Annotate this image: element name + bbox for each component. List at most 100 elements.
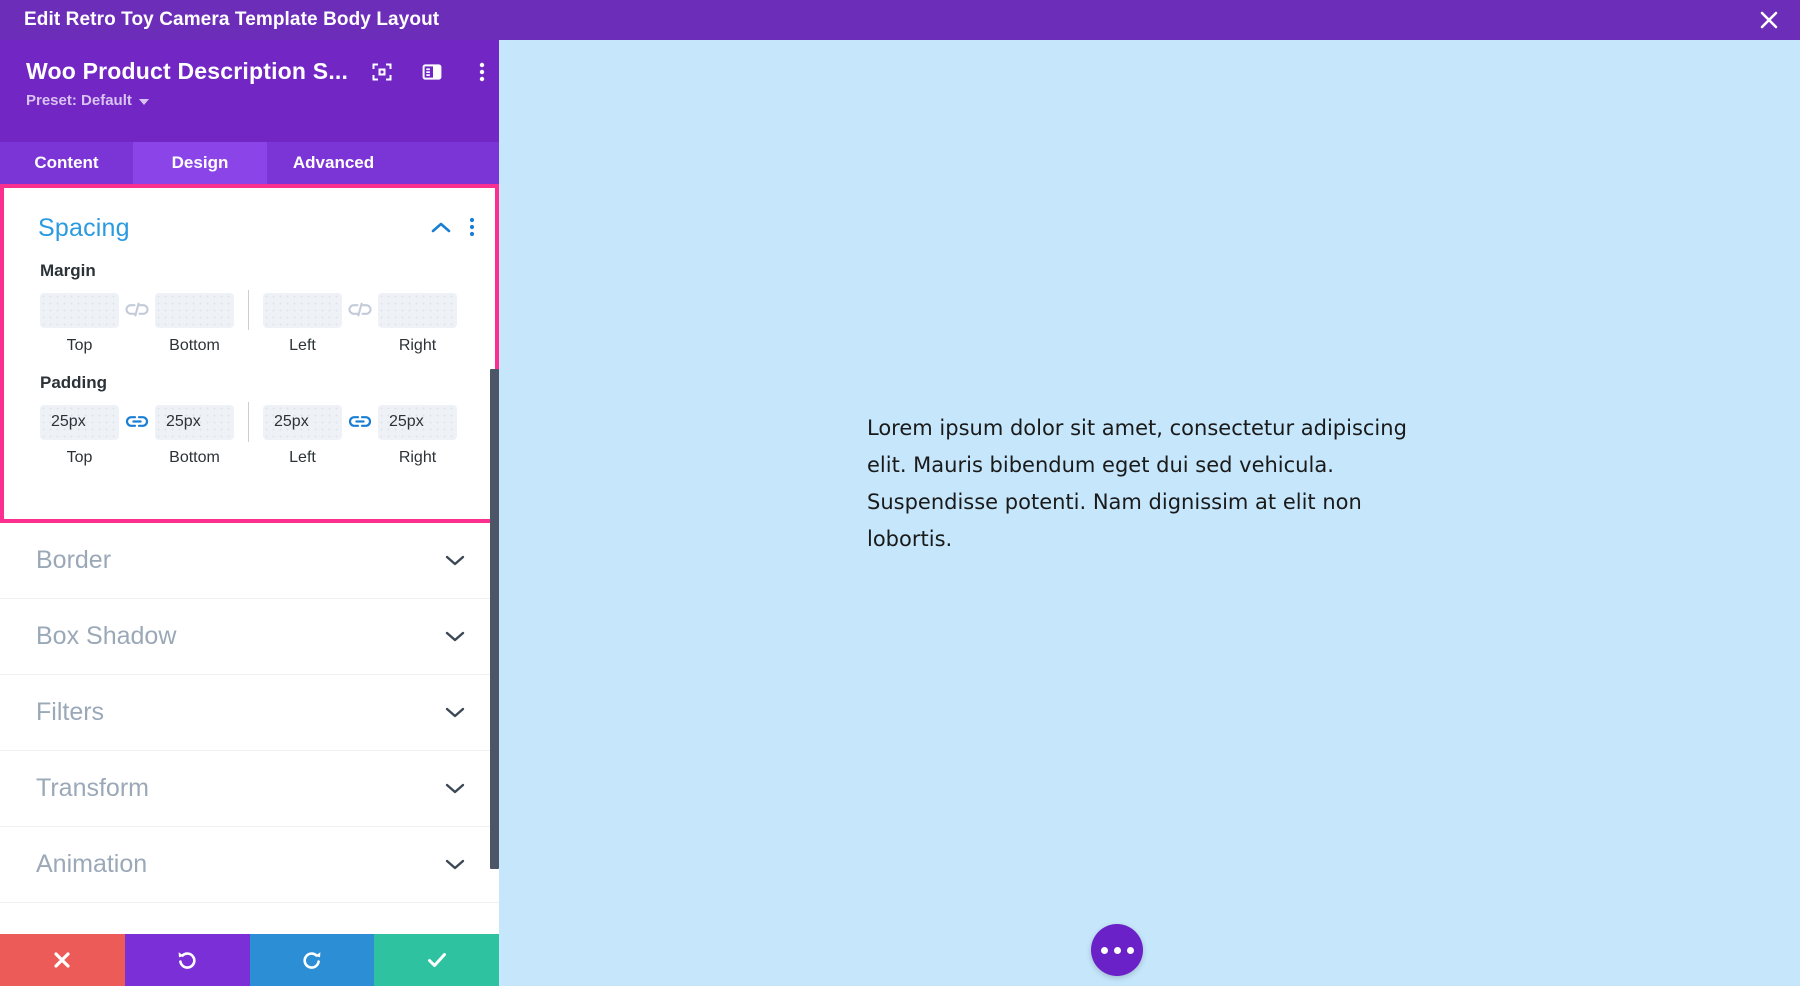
margin-vertical-link-button[interactable] [119,301,155,319]
section-filters-label: Filters [36,698,105,726]
more-vertical-icon [479,62,485,81]
padding-right-label: Right [398,449,437,466]
section-border-label: Border [36,546,112,574]
margin-left-label: Left [289,337,316,354]
padding-horizontal-pair: 25px 25px [263,404,457,440]
spacing-more-menu-button[interactable] [469,216,475,238]
margin-group: Margin Top Bottom Left Right [4,261,495,355]
close-icon [1760,11,1778,29]
padding-bottom-label: Bottom [169,449,220,466]
section-box-shadow-label: Box Shadow [36,622,177,650]
padding-left-input[interactable]: 25px [263,404,342,440]
redo-arrow-icon [303,952,321,969]
save-button[interactable] [374,934,499,986]
section-transform-label: Transform [36,774,149,802]
margin-right-input[interactable] [378,292,457,328]
chevron-down-icon [445,554,465,567]
collapsed-sections-list: Border Box Shadow Filters Transform Anim… [0,523,499,903]
panel-tabs: Content Design Advanced [0,142,499,184]
chevron-down-icon [445,630,465,643]
focus-target-icon [372,63,392,80]
spacing-title: Spacing [38,214,130,242]
link-connected-icon [348,416,372,427]
tab-advanced[interactable]: Advanced [267,142,400,184]
section-transform[interactable]: Transform [0,751,499,827]
margin-divider [248,290,249,330]
focus-target-button[interactable] [370,60,394,84]
chevron-up-icon [431,222,451,232]
panel-scrollbar-thumb[interactable] [490,369,499,869]
padding-right-input[interactable]: 25px [378,404,457,440]
padding-sublabels: Top Bottom Left Right [40,449,495,467]
preset-selector[interactable]: Preset: Default [26,92,149,109]
ellipsis-icon [1126,946,1134,954]
padding-top-label: Top [66,449,93,466]
check-icon [427,953,446,967]
undo-arrow-icon [178,952,196,969]
panel-more-menu-button[interactable] [470,60,494,84]
preview-canvas: Lorem ipsum dolor sit amet, consectetur … [499,40,1800,986]
margin-vertical-pair [40,292,234,328]
margin-right-label: Right [398,337,437,354]
margin-top-label: Top [66,337,93,354]
settings-panel: Woo Product Description S... Preset: Def… [0,40,499,986]
ellipsis-icon [1100,946,1108,954]
margin-horizontal-pair [263,292,457,328]
panel-header-row: Woo Product Description S... [26,58,499,85]
section-box-shadow[interactable]: Box Shadow [0,599,499,675]
padding-group: Padding 25px 25px 25px 25px Top Bottom L… [4,373,495,467]
page-settings-fab[interactable] [1091,924,1143,976]
panel-header-icons [370,60,494,84]
margin-sublabels: Top Bottom Left Right [40,337,495,355]
padding-label: Padding [40,373,108,392]
margin-horizontal-link-button[interactable] [342,301,378,319]
undo-button[interactable] [124,934,250,986]
panel-body: Spacing Margin Top Bottom Left Right Pad… [0,184,499,986]
padding-top-input[interactable]: 25px [40,404,119,440]
window-title-bar: Edit Retro Toy Camera Template Body Layo… [0,0,1800,40]
margin-bottom-input[interactable] [155,292,234,328]
chevron-down-icon [445,706,465,719]
section-border[interactable]: Border [0,523,499,599]
more-vertical-icon [469,217,475,237]
section-filters[interactable]: Filters [0,675,499,751]
margin-left-input[interactable] [263,292,342,328]
cancel-button[interactable] [0,934,125,986]
ellipsis-icon [1113,946,1121,954]
preset-label: Preset: Default [26,92,132,109]
layout-panel-button[interactable] [420,60,444,84]
padding-vertical-link-button[interactable] [119,413,155,431]
tab-content[interactable]: Content [0,142,133,184]
spacing-header[interactable]: Spacing [4,188,495,243]
padding-vertical-pair: 25px 25px [40,404,234,440]
window-title: Edit Retro Toy Camera Template Body Layo… [24,9,440,30]
padding-bottom-input[interactable]: 25px [155,404,234,440]
spacing-collapse-button[interactable] [431,221,451,234]
product-description-text: Lorem ipsum dolor sit amet, consectetur … [867,416,1407,551]
spacing-section: Spacing Margin Top Bottom Left Right Pad… [0,184,499,523]
panel-scrollbar-track[interactable] [490,184,499,986]
link-broken-icon [125,302,149,317]
padding-divider [248,402,249,442]
padding-horizontal-link-button[interactable] [342,413,378,431]
link-broken-icon [348,302,372,317]
section-animation[interactable]: Animation [0,827,499,903]
section-animation-label: Animation [36,850,148,878]
chevron-down-icon [445,782,465,795]
tab-design[interactable]: Design [133,142,267,184]
link-connected-icon [125,416,149,427]
spacing-header-controls [431,216,475,238]
margin-bottom-label: Bottom [169,337,220,354]
margin-top-input[interactable] [40,292,119,328]
redo-button[interactable] [249,934,375,986]
margin-inputs-row [40,290,495,330]
window-close-button[interactable] [1738,0,1800,40]
module-title: Woo Product Description S... [26,58,349,84]
close-x-icon [54,952,70,968]
chevron-down-icon [445,858,465,871]
